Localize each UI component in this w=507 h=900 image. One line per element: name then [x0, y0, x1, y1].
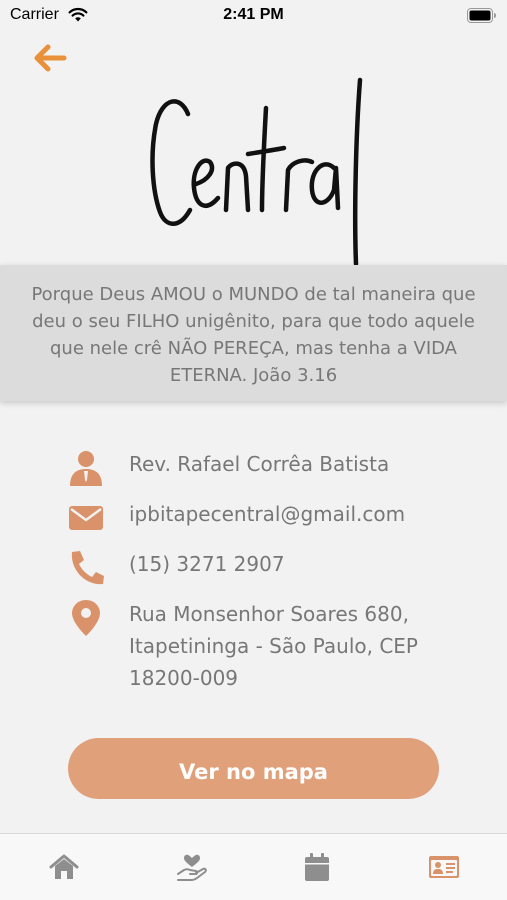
back-arrow-icon: [34, 44, 67, 72]
calendar-icon: [305, 853, 329, 881]
tab-calendar[interactable]: [300, 850, 334, 884]
email-icon: [69, 506, 103, 530]
battery-icon: [467, 8, 496, 23]
contact-row-phone[interactable]: (15) 3271 2907: [66, 548, 486, 585]
home-icon: [49, 854, 79, 879]
verse-banner: Porque Deus AMOU o MUNDO de tal maneira …: [0, 265, 507, 401]
status-time: 2:41 PM: [223, 6, 284, 23]
email-address[interactable]: ipbitapecentral@gmail.com: [129, 498, 479, 530]
tab-contact[interactable]: [427, 850, 461, 884]
contact-row-pastor: Rev. Rafael Corrêa Batista: [66, 448, 486, 486]
back-button[interactable]: [30, 40, 70, 76]
view-map-button[interactable]: Ver no mapa: [68, 738, 439, 799]
tab-bar: [0, 833, 507, 900]
contact-row-address: Rua Monsenhor Soares 680, Itapetininga -…: [66, 598, 486, 698]
phone-number[interactable]: (15) 3271 2907: [129, 548, 479, 580]
tab-home[interactable]: [47, 850, 81, 884]
hand-heart-icon: [177, 854, 207, 881]
status-bar: Carrier 2:41 PM: [0, 0, 507, 32]
central-logo: [150, 77, 363, 267]
contact-row-email[interactable]: ipbitapecentral@gmail.com: [66, 498, 486, 534]
address-text: Rua Monsenhor Soares 680, Itapetininga -…: [129, 602, 418, 690]
verse-text: Porque Deus AMOU o MUNDO de tal maneira …: [31, 284, 476, 386]
location-pin-icon: [72, 600, 100, 636]
tab-donate[interactable]: [175, 850, 209, 884]
view-map-button-label: Ver no mapa: [179, 760, 328, 784]
phone-icon: [71, 551, 104, 585]
pastor-name: Rev. Rafael Corrêa Batista: [129, 452, 390, 476]
contact-card-icon: [429, 856, 459, 878]
person-icon: [70, 451, 102, 486]
